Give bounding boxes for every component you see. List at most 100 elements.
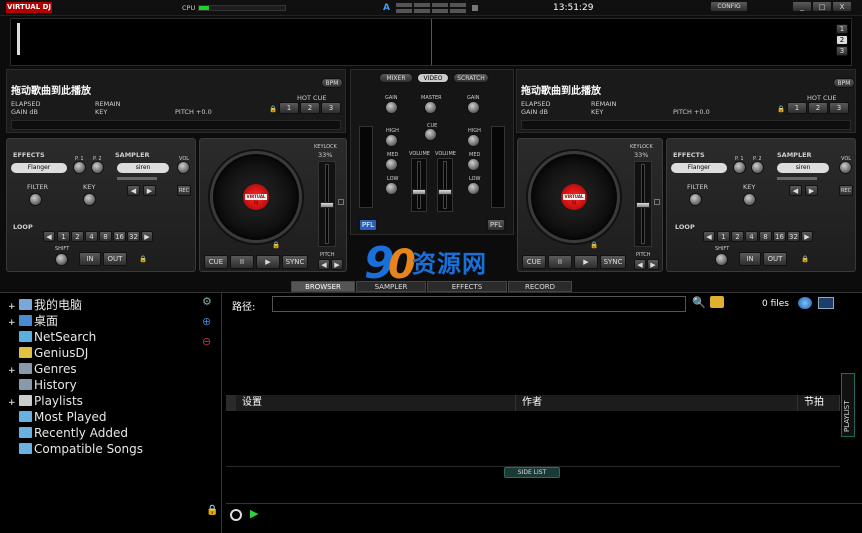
deck-left-pause-button[interactable]: II (230, 255, 254, 269)
netsearch-toggle-icon[interactable] (798, 297, 812, 309)
deck-left-pitch-down[interactable]: ◀ (318, 259, 330, 270)
deck-right-loop-2[interactable]: 2 (731, 231, 744, 242)
config-button[interactable]: CONFIG (710, 1, 748, 12)
mixer-tab-video[interactable]: VIDEO (417, 73, 449, 83)
deck-left-pitch-up[interactable]: ▶ (331, 259, 343, 270)
monitor-icon[interactable] (818, 297, 834, 309)
mixer-med-left-knob[interactable] (385, 158, 398, 171)
deck-left-loop-prev[interactable]: ◀ (43, 231, 55, 242)
tree-item[interactable]: Most Played (8, 409, 107, 425)
column-header-author[interactable]: 作者 (516, 395, 798, 411)
deck-right-hotcue-2[interactable]: 2 (808, 102, 828, 114)
tree-add-filter-icon[interactable]: ⊕ (202, 315, 216, 329)
deck-right-turntable[interactable]: VIRTUAL DJ (528, 151, 620, 243)
deck-right-hotcue-3[interactable]: 3 (829, 102, 849, 114)
tree-item[interactable]: Recently Added (8, 425, 128, 441)
deck-right-loop-out[interactable]: OUT (763, 252, 787, 266)
deck-right-pitch-slider[interactable] (636, 202, 650, 208)
tab-effects[interactable]: EFFECTS (427, 281, 507, 292)
deck-right-sampler-play[interactable]: ▶ (805, 185, 818, 196)
deck-right-sampler-prev[interactable]: ◀ (789, 185, 802, 196)
deck-right-loop-16[interactable]: 16 (773, 231, 786, 242)
deck-right-lock-icon[interactable]: 🔒 (777, 105, 785, 113)
disc-icon[interactable] (230, 509, 242, 521)
mixer-pfl-right[interactable]: PFL (487, 219, 505, 231)
deck-left-loop-8[interactable]: 8 (99, 231, 112, 242)
deck-left-sampler-select[interactable]: siren (117, 163, 169, 173)
mixer-high-left-knob[interactable] (385, 134, 398, 147)
deck-right-sync-button[interactable]: SYNC (600, 255, 626, 269)
deck-right-transport-lock-icon[interactable]: 🔒 (590, 241, 598, 249)
deck-right-sampler-select[interactable]: siren (777, 163, 829, 173)
mixer-volume-right-track[interactable] (437, 158, 453, 212)
side-list-button[interactable]: SIDE LIST (504, 467, 560, 478)
deck-right-rec-button[interactable]: REC (839, 185, 853, 196)
wave-select-1[interactable]: 1 (836, 24, 848, 34)
deck-left-turntable[interactable]: VIRTUAL DJ (210, 151, 302, 243)
deck-right-loop-1[interactable]: 1 (717, 231, 730, 242)
deck-right-loop-4[interactable]: 4 (745, 231, 758, 242)
mixer-tab-scratch[interactable]: SCRATCH (453, 73, 489, 83)
mixer-volume-right-fader[interactable] (438, 189, 452, 195)
deck-left-effect-select[interactable]: Flanger (11, 163, 67, 173)
close-button[interactable]: X (832, 1, 852, 12)
mixer-cue-knob[interactable] (424, 128, 437, 141)
tree-item[interactable]: NetSearch (8, 329, 96, 345)
deck-left-pitch-reset[interactable] (338, 199, 344, 205)
search-icon[interactable]: 🔍 (692, 296, 706, 309)
deck-right-pitch-down[interactable]: ◀ (634, 259, 646, 270)
tab-browser[interactable]: BROWSER (291, 281, 355, 292)
deck-right-effect-select[interactable]: Flanger (671, 163, 727, 173)
deck-right-loop-in[interactable]: IN (739, 252, 761, 266)
tree-item[interactable]: + 桌面 (8, 313, 58, 329)
layout-indicator[interactable]: A (383, 3, 390, 13)
deck-left-loop-16[interactable]: 16 (113, 231, 126, 242)
deck-left-loop-in[interactable]: IN (79, 252, 101, 266)
deck-right-key-knob[interactable] (743, 193, 756, 206)
folder-open-icon[interactable] (710, 296, 724, 308)
deck-right-p1-knob[interactable] (733, 161, 746, 174)
tab-record[interactable]: RECORD (508, 281, 572, 292)
deck-right-cue-button[interactable]: CUE (522, 255, 546, 269)
deck-left-loop-32[interactable]: 32 (127, 231, 140, 242)
deck-left-p2-knob[interactable] (91, 161, 104, 174)
deck-left-play-button[interactable]: ▶ (256, 255, 280, 269)
deck-left-key-knob[interactable] (83, 193, 96, 206)
deck-right-loop-lock-icon[interactable]: 🔒 (801, 255, 809, 263)
playlist-tab[interactable]: PLAYLIST (841, 373, 855, 437)
mixer-gain-right-knob[interactable] (467, 101, 480, 114)
deck-left-transport-lock-icon[interactable]: 🔒 (272, 241, 280, 249)
deck-right-play-button[interactable]: ▶ (574, 255, 598, 269)
deck-left-rec-button[interactable]: REC (177, 185, 191, 196)
deck-left-sampler-prev[interactable]: ◀ (127, 185, 140, 196)
deck-right-shift-knob[interactable] (715, 253, 728, 266)
deck-left-sync-button[interactable]: SYNC (282, 255, 308, 269)
deck-left-filter-knob[interactable] (29, 193, 42, 206)
deck-left-cue-button[interactable]: CUE (204, 255, 228, 269)
deck-right-pitch-track[interactable] (634, 161, 652, 247)
tree-lock-icon[interactable]: 🔒 (206, 505, 218, 516)
maximize-button[interactable]: □ (812, 1, 832, 12)
deck-left-loop-1[interactable]: 1 (57, 231, 70, 242)
tree-item[interactable]: + 我的电脑 (8, 297, 82, 313)
deck-left-loop-lock-icon[interactable]: 🔒 (139, 255, 147, 263)
deck-right-loop-next[interactable]: ▶ (801, 231, 813, 242)
mixer-gain-left-knob[interactable] (385, 101, 398, 114)
tree-item[interactable]: Compatible Songs (8, 441, 143, 457)
deck-right-vol-knob[interactable] (839, 161, 852, 174)
deck-left-p1-knob[interactable] (73, 161, 86, 174)
tree-item[interactable]: History (8, 377, 77, 393)
mixer-low-right-knob[interactable] (467, 182, 480, 195)
tree-remove-icon[interactable]: ⊖ (202, 335, 216, 349)
layout-switcher[interactable] (396, 3, 478, 13)
deck-right-bpm-button[interactable]: BPM (833, 78, 855, 88)
mixer-master-knob[interactable] (424, 101, 437, 114)
column-header-settings[interactable]: 设置 (236, 395, 516, 411)
deck-right-p2-knob[interactable] (751, 161, 764, 174)
deck-left-vol-knob[interactable] (177, 161, 190, 174)
deck-left-loop-4[interactable]: 4 (85, 231, 98, 242)
mixer-pfl-left[interactable]: PFL (359, 219, 377, 231)
mixer-high-right-knob[interactable] (467, 134, 480, 147)
deck-left-progress[interactable] (11, 120, 341, 130)
deck-right-pitch-reset[interactable] (654, 199, 660, 205)
